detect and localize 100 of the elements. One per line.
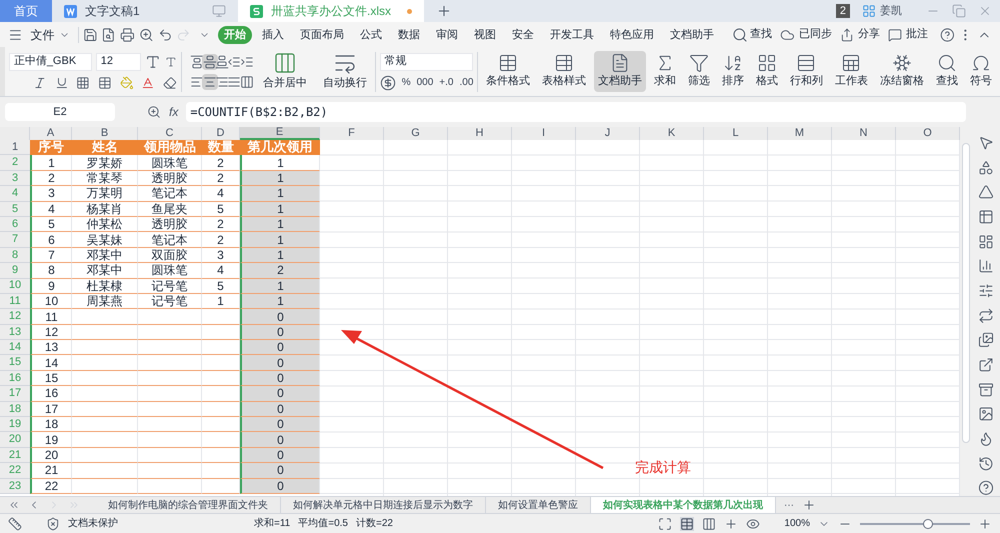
- currency-icon[interactable]: [380, 74, 396, 90]
- empty-cell[interactable]: [72, 386, 138, 402]
- first-sheet-button[interactable]: [8, 499, 20, 511]
- eraser-icon[interactable]: [163, 74, 177, 90]
- zoom-icon[interactable]: [138, 26, 154, 42]
- number-format-button[interactable]: +.0: [439, 75, 454, 90]
- ruler-icon[interactable]: [8, 516, 22, 530]
- menu-tab[interactable]: 插入: [256, 26, 290, 44]
- add-sheet-button[interactable]: [802, 498, 816, 512]
- empty-cell[interactable]: [138, 340, 202, 356]
- column-header[interactable]: L: [704, 127, 768, 140]
- number-format-select[interactable]: 常规: [380, 52, 474, 70]
- grid-icon[interactable]: [978, 234, 994, 250]
- align-button[interactable]: [214, 54, 230, 70]
- column-header[interactable]: G: [384, 127, 448, 140]
- empty-cell[interactable]: [138, 417, 202, 432]
- triangle-icon[interactable]: [978, 184, 994, 200]
- ribbon-tool-button[interactable]: 查找: [932, 51, 962, 92]
- empty-cell[interactable]: [72, 370, 138, 386]
- shapes-icon[interactable]: [978, 160, 994, 176]
- empty-cell[interactable]: [138, 402, 202, 418]
- file-menu[interactable]: 文件: [30, 26, 55, 44]
- zoom-thumb[interactable]: [923, 518, 934, 528]
- fill-color-icon[interactable]: [120, 74, 134, 90]
- empty-cell[interactable]: [72, 402, 138, 418]
- user-icon[interactable]: [862, 4, 876, 18]
- empty-cell[interactable]: [72, 432, 138, 448]
- search-link[interactable]: 查找: [750, 26, 772, 43]
- empty-cell[interactable]: [138, 478, 202, 494]
- column-header[interactable]: J: [576, 127, 640, 140]
- number-format-button[interactable]: .00: [459, 75, 474, 90]
- new-tab-button[interactable]: [436, 3, 452, 19]
- menu-tab[interactable]: 视图: [468, 26, 502, 44]
- ribbon-tool-button[interactable]: 筛选: [684, 51, 714, 92]
- ribbon-tool-button[interactable]: 符号: [966, 51, 996, 92]
- ribbon-tool-button[interactable]: 行和列: [786, 51, 827, 92]
- ribbon-tool-button[interactable]: 排序: [718, 51, 748, 92]
- name-box[interactable]: E2: [5, 103, 115, 121]
- font-size-select[interactable]: 12: [96, 52, 142, 70]
- ribbon-tool-button[interactable]: 条件格式: [482, 51, 534, 92]
- pointer-icon[interactable]: [978, 135, 994, 151]
- zoom-in-button[interactable]: [978, 516, 992, 530]
- window-count-badge[interactable]: 2: [836, 4, 850, 18]
- wrap-button[interactable]: 自动换行: [315, 51, 376, 92]
- help-icon[interactable]: [978, 480, 994, 496]
- grow-font-icon[interactable]: [145, 54, 161, 70]
- empty-cell[interactable]: [72, 309, 138, 325]
- shield-icon[interactable]: [46, 516, 60, 530]
- column-header[interactable]: F: [320, 127, 384, 140]
- empty-cell[interactable]: [138, 355, 202, 371]
- align-button[interactable]: [202, 54, 218, 70]
- empty-cell[interactable]: [72, 478, 138, 494]
- normal-view-icon[interactable]: [680, 516, 694, 530]
- ribbon-tool-button[interactable]: 文档助手: [594, 51, 646, 92]
- empty-cell[interactable]: [72, 463, 138, 479]
- zoom-slider[interactable]: [860, 518, 970, 528]
- empty-cell[interactable]: [72, 417, 138, 432]
- archive-icon[interactable]: [978, 382, 994, 398]
- share-icon[interactable]: [840, 28, 854, 42]
- search-icon[interactable]: [732, 26, 748, 42]
- empty-cell[interactable]: [138, 448, 202, 464]
- font-name-select[interactable]: 正中倩_GBK: [8, 52, 92, 70]
- images-icon[interactable]: [978, 332, 994, 348]
- zoom-level[interactable]: 100%: [784, 516, 810, 531]
- empty-cell[interactable]: [138, 386, 202, 402]
- align-button[interactable]: [189, 54, 206, 70]
- menu-tab[interactable]: 特色应用: [604, 26, 660, 44]
- sliders-icon[interactable]: [978, 283, 994, 299]
- repeat-icon[interactable]: [978, 308, 994, 324]
- empty-cell[interactable]: [138, 432, 202, 448]
- empty-cell[interactable]: [138, 370, 202, 386]
- page-view-icon[interactable]: [702, 516, 716, 530]
- fullscreen-icon[interactable]: [658, 516, 672, 530]
- empty-cell[interactable]: [72, 340, 138, 356]
- preview-icon[interactable]: [101, 26, 116, 42]
- ribbon-tool-button[interactable]: 格式: [752, 51, 782, 92]
- column-header[interactable]: K: [640, 127, 704, 140]
- menu-tab[interactable]: 页面布局: [294, 26, 350, 44]
- sync-status[interactable]: 已同步: [798, 26, 832, 43]
- chart-icon[interactable]: [978, 258, 994, 274]
- column-header[interactable]: N: [832, 127, 896, 140]
- empty-cell[interactable]: [138, 324, 202, 340]
- ribbon-tool-button[interactable]: 表格样式: [538, 51, 590, 92]
- export-icon[interactable]: [978, 357, 994, 373]
- border-icon[interactable]: [76, 74, 90, 90]
- column-header[interactable]: E: [240, 127, 320, 140]
- comment-icon[interactable]: [888, 28, 902, 42]
- menu-tab[interactable]: 开发工具: [544, 26, 600, 44]
- cell-style-icon[interactable]: [98, 74, 112, 90]
- history-icon[interactable]: [978, 456, 994, 472]
- share-button[interactable]: 分享: [858, 26, 880, 43]
- number-format-button[interactable]: 000: [416, 75, 434, 90]
- align-button[interactable]: [238, 74, 255, 90]
- undo-icon[interactable]: [158, 26, 172, 42]
- zoom-icon[interactable]: [147, 105, 161, 119]
- menu-tab[interactable]: 数据: [392, 26, 426, 44]
- function-label[interactable]: fx: [169, 103, 178, 121]
- user-name[interactable]: 姜凯: [880, 2, 902, 20]
- column-header[interactable]: I: [512, 127, 576, 140]
- image-icon[interactable]: [978, 406, 994, 422]
